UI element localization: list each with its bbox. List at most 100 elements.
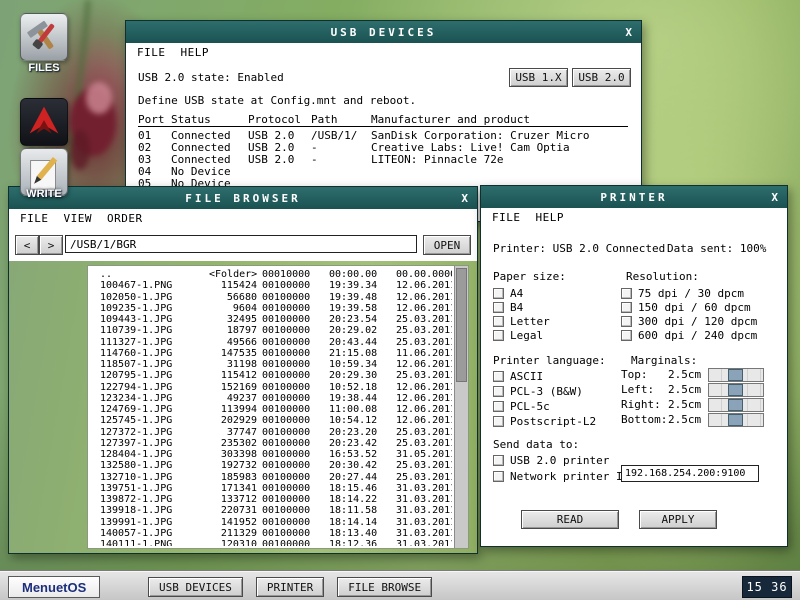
close-icon[interactable]: X	[771, 186, 778, 208]
slider-thumb[interactable]	[728, 399, 743, 411]
file-list-item[interactable]: 139872-1.JPG 133712 00100000 18:14.22 31…	[100, 494, 452, 505]
file-list-item[interactable]: 140057-1.JPG 211329 00100000 18:13.40 31…	[100, 528, 452, 539]
file-list-item[interactable]: 132710-1.JPG 185983 00100000 20:27.44 25…	[100, 472, 452, 483]
menu-item[interactable]: ORDER	[107, 212, 143, 225]
file-list-item[interactable]: 100467-1.PNG 115424 00100000 19:39.34 12…	[100, 280, 452, 291]
printer-titlebar[interactable]: PRINTER X	[481, 186, 787, 208]
marginal-row: Bottom: 2.5cm	[621, 412, 764, 427]
menu-item[interactable]: FILE	[492, 211, 521, 224]
paper-size-option[interactable]: Legal	[493, 328, 550, 342]
resolution-options: 75 dpi / 30 dpcm 150 dpi / 60 dpcm 300 d…	[621, 286, 757, 342]
file-list-item[interactable]: 102050-1.JPG 56680 00100000 19:39.48 12.…	[100, 292, 452, 303]
checkbox-icon[interactable]	[621, 302, 632, 313]
taskbar-task-button[interactable]: USB DEVICES	[148, 577, 243, 597]
file-list-item[interactable]: 139991-1.JPG 141952 00100000 18:14.14 31…	[100, 517, 452, 528]
open-button[interactable]: OPEN	[423, 235, 471, 255]
slider-thumb[interactable]	[728, 384, 743, 396]
apply-button[interactable]: APPLY	[639, 510, 717, 529]
file-list-item[interactable]: 110739-1.JPG 18797 00100000 20:29.02 25.…	[100, 325, 452, 336]
checkbox-icon[interactable]	[493, 288, 504, 299]
scrollbar[interactable]	[454, 266, 468, 548]
usb-window-titlebar[interactable]: USB DEVICES X	[126, 21, 641, 43]
desktop-icon-label-write[interactable]: WRITE	[0, 188, 88, 200]
checkbox-icon[interactable]	[493, 302, 504, 313]
file-list-item[interactable]: 128404-1.JPG 303398 00100000 16:53.52 31…	[100, 449, 452, 460]
checkbox-icon[interactable]	[621, 316, 632, 327]
file-rows: .. <Folder> 00010000 00:00.00 00.00.0000…	[100, 269, 452, 546]
file-list-item[interactable]: 132580-1.JPG 192732 00100000 20:30.42 25…	[100, 460, 452, 471]
checkbox-icon[interactable]	[493, 371, 504, 382]
usb-20-button[interactable]: USB 2.0	[572, 68, 631, 87]
usb-1x-button[interactable]: USB 1.X	[509, 68, 568, 87]
resolution-option[interactable]: 600 dpi / 240 dpcm	[621, 328, 757, 342]
checkbox-icon[interactable]	[493, 471, 504, 482]
checkbox-icon[interactable]	[493, 455, 504, 466]
file-list-item[interactable]: 109235-1.JPG 9604 00100000 19:39.58 12.0…	[100, 303, 452, 314]
resolution-option[interactable]: 150 dpi / 60 dpcm	[621, 300, 757, 314]
file-list-item[interactable]: 127397-1.JPG 235302 00100000 20:23.42 25…	[100, 438, 452, 449]
file-list-item[interactable]: 109443-1.JPG 32495 00100000 20:23.54 25.…	[100, 314, 452, 325]
printer-language-option[interactable]: PCL-5c	[493, 399, 596, 414]
file-list-item[interactable]: 127372-1.JPG 37747 00100000 20:23.20 25.…	[100, 427, 452, 438]
path-input[interactable]	[65, 235, 417, 253]
resolution-option[interactable]: 75 dpi / 30 dpcm	[621, 286, 757, 300]
checkbox-icon[interactable]	[621, 288, 632, 299]
slider-thumb[interactable]	[728, 414, 743, 426]
margin-slider[interactable]	[708, 383, 764, 397]
menuetos-start-button[interactable]: MenuetOS	[8, 576, 100, 598]
back-button[interactable]: <	[15, 235, 39, 255]
paper-size-option[interactable]: A4	[493, 286, 550, 300]
close-icon[interactable]: X	[461, 187, 468, 209]
paper-size-option[interactable]: Letter	[493, 314, 550, 328]
network-printer-ip-input[interactable]	[621, 465, 759, 482]
printer-language-option[interactable]: ASCII	[493, 369, 596, 384]
scrollbar-thumb[interactable]	[456, 268, 467, 382]
file-list-item[interactable]: 140111-1.PNG 120310 00100000 18:12.36 31…	[100, 539, 452, 546]
printer-language-option[interactable]: PCL-3 (B&W)	[493, 384, 596, 399]
file-list-item[interactable]: 118507-1.JPG 31198 00100000 10:59.34 12.…	[100, 359, 452, 370]
send-usb-option[interactable]: USB 2.0 printer	[493, 453, 609, 467]
printer-language-option[interactable]: Postscript-L2	[493, 414, 596, 429]
menu-item[interactable]: FILE	[137, 46, 166, 59]
checkbox-icon[interactable]	[493, 401, 504, 412]
taskbar-task-button[interactable]: FILE BROWSE	[337, 577, 432, 597]
file-list-item[interactable]: 124769-1.JPG 113994 00100000 11:00.08 12…	[100, 404, 452, 415]
slider-thumb[interactable]	[728, 369, 743, 381]
marginal-value: 2.5cm	[668, 368, 704, 381]
margin-slider[interactable]	[708, 368, 764, 382]
close-icon[interactable]: X	[625, 21, 632, 43]
file-list-item[interactable]: 122794-1.JPG 152169 00100000 10:52.18 12…	[100, 382, 452, 393]
margin-slider[interactable]	[708, 398, 764, 412]
file-list-item[interactable]: 139918-1.JPG 220731 00100000 18:11.58 31…	[100, 505, 452, 516]
checkbox-icon[interactable]	[493, 386, 504, 397]
checkbox-label: USB 2.0 printer	[510, 454, 609, 467]
file-list-item[interactable]: 114760-1.JPG 147535 00100000 21:15.08 11…	[100, 348, 452, 359]
desktop-icon-fasm[interactable]	[20, 98, 68, 146]
file-list-item[interactable]: 120795-1.JPG 115412 00100000 20:29.30 25…	[100, 370, 452, 381]
file-list-item[interactable]: 125745-1.JPG 202929 00100000 10:54.12 12…	[100, 415, 452, 426]
file-list-item[interactable]: 139751-1.JPG 171341 00100000 18:15.46 31…	[100, 483, 452, 494]
checkbox-label: Legal	[510, 329, 543, 342]
margin-slider[interactable]	[708, 413, 764, 427]
paper-size-options: A4 B4 Letter Legal	[493, 286, 550, 342]
forward-button[interactable]: >	[39, 235, 63, 255]
desktop-icon-label-files[interactable]: FILES	[0, 62, 88, 74]
resolution-option[interactable]: 300 dpi / 120 dpcm	[621, 314, 757, 328]
menu-item[interactable]: HELP	[181, 46, 210, 59]
menu-item[interactable]: HELP	[536, 211, 565, 224]
desktop-icon-files[interactable]	[20, 13, 68, 61]
read-button[interactable]: READ	[521, 510, 619, 529]
menu-item[interactable]: VIEW	[64, 212, 93, 225]
checkbox-icon[interactable]	[493, 416, 504, 427]
send-network-option[interactable]: Network printer IP:	[493, 469, 636, 483]
file-list-item[interactable]: 111327-1.JPG 49566 00100000 20:43.44 25.…	[100, 337, 452, 348]
file-list-item[interactable]: .. <Folder> 00010000 00:00.00 00.00.0000	[100, 269, 452, 280]
taskbar-tasks: USB DEVICES PRINTER FILE BROWSE	[148, 577, 432, 597]
file-list-item[interactable]: 123234-1.JPG 49237 00100000 19:38.44 12.…	[100, 393, 452, 404]
checkbox-icon[interactable]	[621, 330, 632, 341]
paper-size-option[interactable]: B4	[493, 300, 550, 314]
checkbox-icon[interactable]	[493, 316, 504, 327]
checkbox-icon[interactable]	[493, 330, 504, 341]
taskbar-task-button[interactable]: PRINTER	[256, 577, 324, 597]
menu-item[interactable]: FILE	[20, 212, 49, 225]
